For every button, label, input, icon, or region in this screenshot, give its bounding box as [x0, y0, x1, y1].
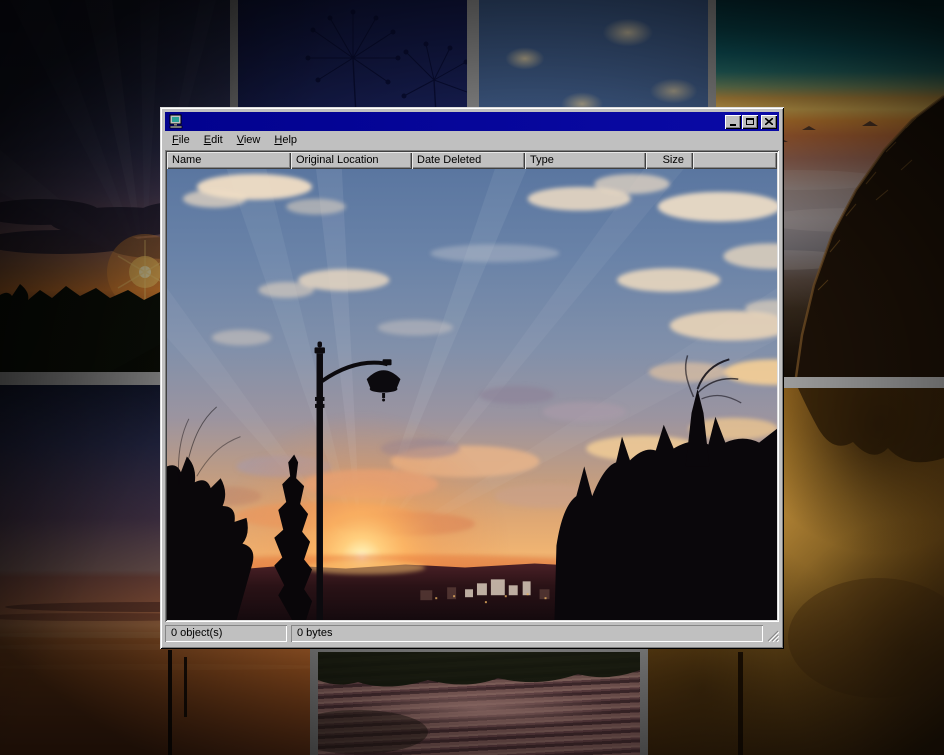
maximize-icon	[746, 118, 754, 125]
menu-help[interactable]: Help	[267, 132, 304, 149]
menu-view[interactable]: View	[230, 132, 268, 149]
recycle-bin-window: File Edit View Help Name Original Locati…	[160, 107, 784, 649]
column-header-size[interactable]: Size	[646, 152, 693, 169]
menu-file[interactable]: File	[165, 132, 197, 149]
status-objects: 0 object(s)	[165, 625, 287, 642]
menu-edit[interactable]: Edit	[197, 132, 230, 149]
title-bar[interactable]	[165, 112, 779, 131]
maximize-button[interactable]	[742, 115, 758, 129]
file-list-view[interactable]: Name Original Location Date Deleted Type…	[165, 150, 779, 622]
sunset-streetlamp-art	[167, 169, 777, 620]
column-header-date-deleted[interactable]: Date Deleted	[412, 152, 525, 169]
lake-pole-icon	[184, 657, 187, 717]
umbel-head-1	[306, 10, 400, 84]
minimize-button[interactable]	[725, 115, 741, 129]
minimize-icon	[730, 124, 736, 126]
lake-pole-icon	[168, 650, 172, 755]
bokeh-pole-icon	[738, 652, 743, 755]
resize-grip[interactable]	[767, 630, 779, 642]
column-header-empty[interactable]	[693, 152, 777, 169]
column-header-name[interactable]: Name	[167, 152, 291, 169]
computer-icon	[168, 114, 184, 129]
close-button[interactable]	[761, 115, 777, 129]
column-header-row: Name Original Location Date Deleted Type…	[167, 152, 777, 169]
column-header-original-location[interactable]: Original Location	[291, 152, 412, 169]
menu-bar: File Edit View Help	[165, 131, 779, 150]
close-icon	[765, 118, 773, 125]
status-bar: 0 object(s) 0 bytes	[165, 625, 779, 644]
column-header-type[interactable]: Type	[525, 152, 646, 169]
status-bytes: 0 bytes	[291, 625, 763, 642]
water-reflection-photo	[318, 652, 640, 755]
sunset-wallpaper	[167, 169, 777, 620]
sun-bloom	[306, 561, 425, 575]
water-reflection-art	[318, 652, 640, 755]
